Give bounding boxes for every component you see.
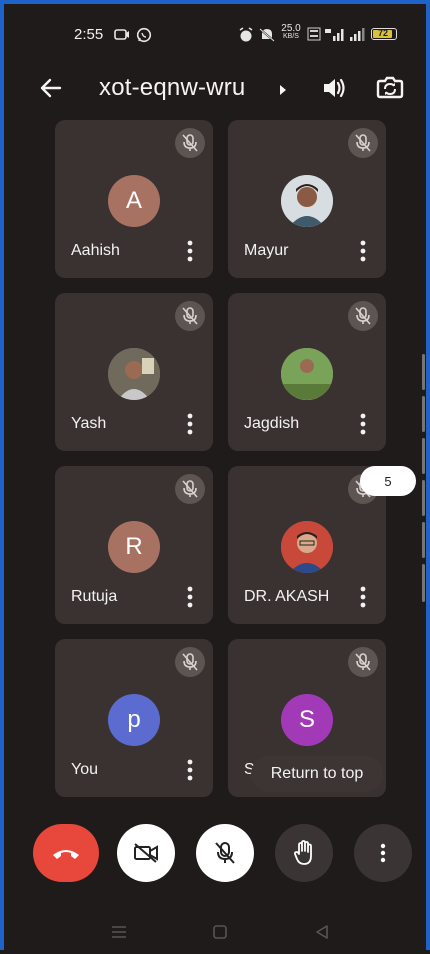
participant-more-icon[interactable] [187, 586, 193, 608]
caret-right-icon[interactable] [278, 84, 288, 96]
menu-icon[interactable] [110, 924, 128, 940]
participant-more-icon[interactable] [187, 413, 193, 435]
status-bar: 2:55 25.0 KB/S 72 [4, 4, 426, 68]
participant-name: Yash [71, 415, 107, 432]
cast-icon [114, 29, 129, 40]
mic-off-icon [182, 307, 198, 325]
page-indicator: 5 [360, 466, 416, 496]
participant-initial: R [125, 533, 143, 560]
status-time: 2:55 [74, 26, 104, 43]
participant-avatar [281, 521, 333, 573]
switch-camera-icon[interactable] [374, 72, 406, 102]
meeting-header: xot-eqnw-wru [4, 64, 426, 112]
participant-initial: S [298, 706, 315, 733]
participant-initial: p [127, 706, 141, 733]
app-frame: 2:55 25.0 KB/S 72 xot-eqnw-wru A Aahish … [0, 0, 430, 950]
participant-muted-indicator [348, 647, 378, 677]
participant-muted-indicator [175, 474, 205, 504]
whatsapp-icon [136, 27, 152, 43]
mic-off-icon [355, 653, 371, 671]
speaker-icon[interactable] [320, 74, 348, 102]
meeting-code[interactable]: xot-eqnw-wru [99, 74, 245, 102]
home-icon[interactable] [212, 924, 228, 940]
mic-off-icon [182, 653, 198, 671]
participant-avatar: A [108, 175, 160, 227]
participant-avatar: p [108, 694, 160, 746]
participant-muted-indicator [348, 128, 378, 158]
volte-icon [307, 27, 321, 41]
participant-initial: A [125, 187, 142, 214]
participant-avatar: S [281, 694, 333, 746]
scrollbar[interactable] [422, 354, 426, 602]
participant-name: Aahish [71, 242, 120, 259]
battery-icon: 72 [371, 28, 397, 40]
participant-muted-indicator [175, 301, 205, 331]
videocam-off-icon [134, 843, 158, 863]
participant-avatar [108, 348, 160, 400]
network-speed-unit: KB/S [283, 33, 299, 40]
call-controls [4, 824, 426, 884]
mic-off-icon [355, 307, 371, 325]
participant-muted-indicator [175, 128, 205, 158]
more-vert-icon [380, 843, 386, 863]
bell-off-icon [259, 28, 275, 42]
arrow-left-icon[interactable] [38, 76, 64, 100]
back-triangle-icon[interactable] [314, 924, 330, 940]
camera-toggle-button[interactable] [117, 824, 175, 882]
participant-tile[interactable]: Yash [55, 293, 213, 451]
participant-muted-indicator [175, 647, 205, 677]
network-speed-value: 25.0 [281, 23, 301, 34]
mic-off-icon [355, 134, 371, 152]
participant-tile[interactable]: p You [55, 639, 213, 797]
mic-off-icon [182, 134, 198, 152]
mic-toggle-button[interactable] [196, 824, 254, 882]
participant-name: Rutuja [71, 588, 118, 605]
participant-more-icon[interactable] [187, 240, 193, 262]
hand-icon [294, 840, 312, 865]
signal-4g-icon [325, 29, 344, 41]
participant-more-icon[interactable] [360, 586, 366, 608]
system-navigation-bar [4, 914, 426, 954]
participant-name: Mayur [244, 242, 289, 259]
alarm-icon [239, 27, 253, 42]
network-speed: 25.0 KB/S [279, 23, 303, 41]
participant-name: You [71, 761, 98, 778]
mic-off-icon [215, 842, 235, 864]
phone-hangup-icon [53, 850, 79, 859]
participant-avatar: R [108, 521, 160, 573]
participant-avatar [281, 175, 333, 227]
participant-tile[interactable]: Mayur [228, 120, 386, 278]
participant-tile[interactable]: A Aahish [55, 120, 213, 278]
participant-more-icon[interactable] [360, 240, 366, 262]
participant-tile[interactable]: R Rutuja [55, 466, 213, 624]
participant-name: DR. AKASH [244, 588, 330, 605]
mic-off-icon [182, 480, 198, 498]
participant-tile[interactable]: Jagdish [228, 293, 386, 451]
participant-avatar [281, 348, 333, 400]
signal-icon [350, 28, 365, 41]
participant-muted-indicator [348, 301, 378, 331]
participant-name: Jagdish [244, 415, 300, 432]
return-to-top-button[interactable]: Return to top [251, 756, 383, 792]
participant-more-icon[interactable] [187, 759, 193, 781]
participant-more-icon[interactable] [360, 413, 366, 435]
end-call-button[interactable] [33, 824, 99, 882]
raise-hand-button[interactable] [275, 824, 333, 882]
more-options-button[interactable] [354, 824, 412, 882]
battery-level: 72 [377, 28, 388, 38]
